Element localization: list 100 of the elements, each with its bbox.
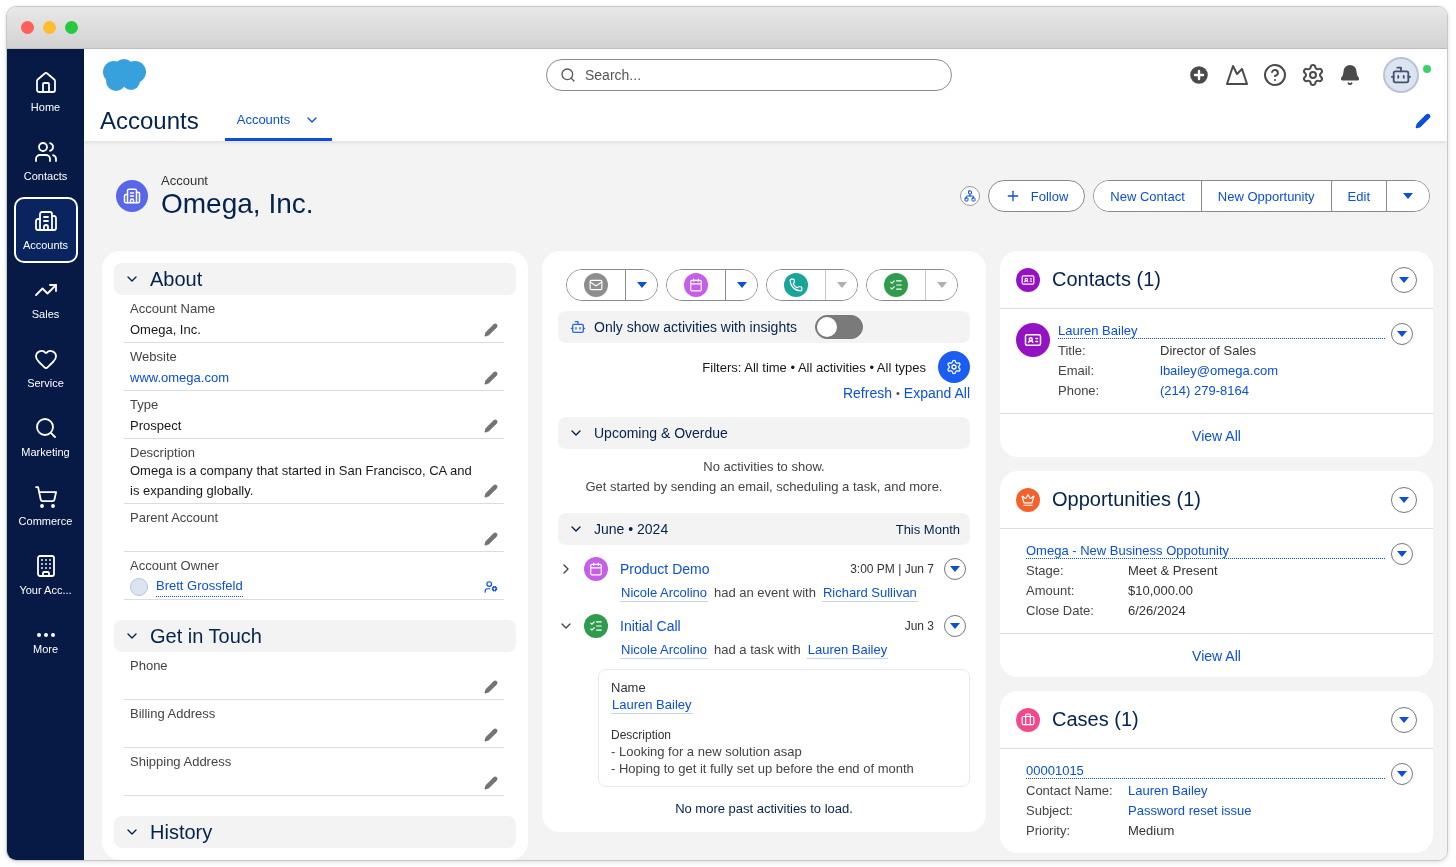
dropdown-triangle-icon [950,623,960,629]
field-value: Omega is a company that started in San Francisco, CA and is expanding globally. [130,462,473,500]
edit-pencil-button[interactable] [484,484,498,498]
field-label: Website [130,348,178,366]
record-field-link[interactable]: Password reset issue [1128,802,1252,819]
settings-button[interactable] [938,351,970,383]
related-list-title: Cases (1) [1052,708,1139,731]
section-header[interactable]: About [114,263,516,295]
person-link[interactable]: Nicole Arcolino [620,585,708,602]
list-menu-button[interactable] [1391,266,1417,293]
separator-dot: • [895,387,900,399]
group-title: Upcoming & Overdue [594,425,728,441]
dropdown-triangle-icon [636,282,647,288]
record-field-label: Contact Name: [1026,782,1114,799]
field-link[interactable]: www.omega.com [130,368,478,388]
section-title: About [150,267,203,291]
record-name: Omega, Inc. [161,187,314,220]
sidebar-item[interactable]: Home [13,59,78,125]
list-menu-button[interactable] [1391,486,1417,513]
contact-card-icon [1016,323,1050,357]
field-label: Account Name [130,300,217,318]
edit-pencil-button[interactable] [484,419,498,433]
building-icon [116,180,148,212]
edit-pencil-button[interactable] [484,371,498,385]
user-avatar[interactable] [1383,57,1419,93]
dropdown-triangle-icon [836,282,847,288]
calendar-icon [684,273,708,297]
search-field[interactable]: Search... [546,59,952,91]
sidebar-item[interactable]: Contacts [13,128,78,194]
settings-icon[interactable] [1301,63,1325,87]
list-menu-button[interactable] [1391,706,1417,733]
app-title: Accounts [100,107,199,135]
person-link[interactable]: Lauren Bailey [806,642,889,659]
dropdown-triangle-icon [1397,771,1407,777]
compose-menu-button[interactable] [625,270,657,300]
cloud-logo[interactable] [100,58,148,92]
bell-icon[interactable] [1339,64,1361,86]
person-link[interactable]: Lauren Bailey [611,697,693,714]
activity-title[interactable]: Product Demo [620,561,841,577]
mountain-icon[interactable] [1225,63,1249,87]
sidebar-item[interactable]: Sales [13,266,78,332]
detail-label: Name [611,680,646,695]
group-header[interactable]: Upcoming & Overdue [558,417,970,449]
sidebar-item[interactable]: Service [13,335,78,401]
follow-button[interactable]: Follow [987,180,1086,212]
record-link[interactable]: Omega - New Business Oppotunity [1026,543,1385,559]
dropdown-triangle-icon [1397,551,1407,557]
row-menu-button[interactable] [944,558,966,580]
checklist-icon [584,614,608,638]
nav-tab[interactable]: Accounts [224,101,333,141]
edit-pencil-button[interactable] [484,776,498,790]
edit-pencil-button[interactable] [484,680,498,694]
person-link[interactable]: Richard Sullivan [821,585,918,602]
activity-link[interactable]: Expand All [903,385,970,401]
more-actions-button[interactable] [1386,181,1429,211]
record-link[interactable]: 00001015 [1026,763,1385,779]
record-field-link[interactable]: lbailey@omega.com [1160,362,1278,379]
hierarchy-button[interactable] [959,186,980,206]
section-header[interactable]: Get in Touch [114,620,516,652]
edit-pencil-button[interactable] [484,532,498,546]
record-field-link[interactable]: (214) 279-8164 [1160,382,1249,399]
group-header[interactable]: June • 2024 This Month [558,513,970,545]
activity-link[interactable]: Refresh [842,385,892,401]
add-button[interactable] [1187,63,1211,87]
record-menu-button[interactable] [1391,543,1413,565]
sidebar-item[interactable]: Commerce [13,473,78,539]
edit-nav-button[interactable] [1415,113,1431,129]
record-menu-button[interactable] [1391,763,1413,785]
record-field-link[interactable]: Lauren Bailey [1128,782,1208,799]
help-icon[interactable] [1263,63,1287,87]
activity-title[interactable]: Initial Call [620,618,895,634]
field-label: Description [130,444,197,461]
owner-link[interactable]: Brett Grossfeld [156,576,243,597]
edit-pencil-button[interactable] [484,728,498,742]
sidebar-item[interactable]: Accounts [13,197,78,263]
sidebar-item[interactable]: Your Acc... [13,542,78,608]
record-menu-button[interactable] [1391,323,1413,345]
contact-card-icon [1016,267,1040,292]
field-label: Type [130,396,160,414]
cart-icon [33,485,58,509]
change-owner-button[interactable] [484,580,498,594]
sidebar-item[interactable]: More [13,611,78,677]
person-link[interactable]: Nicole Arcolino [620,642,708,659]
people-icon [33,140,58,164]
search-icon [560,67,576,83]
gear-icon [946,359,962,375]
edit-pencil-button[interactable] [484,323,498,337]
sidebar-item[interactable]: Marketing [13,404,78,470]
field-value: Omega, Inc. [130,321,202,339]
no-more-message: No more past activities to load. [674,801,854,816]
row-menu-button[interactable] [944,615,966,637]
record-field-label: Priority: [1026,822,1072,839]
dropdown-triangle-icon [1399,496,1409,503]
record-link[interactable]: Lauren Bailey [1058,323,1385,339]
section-header[interactable]: History [114,816,516,848]
view-all-link[interactable]: View All [1192,427,1241,444]
compose-menu-button[interactable] [725,270,757,300]
record-field-label: Subject: [1026,802,1074,819]
view-all-link[interactable]: View All [1192,647,1241,664]
insights-toggle[interactable] [815,315,864,339]
